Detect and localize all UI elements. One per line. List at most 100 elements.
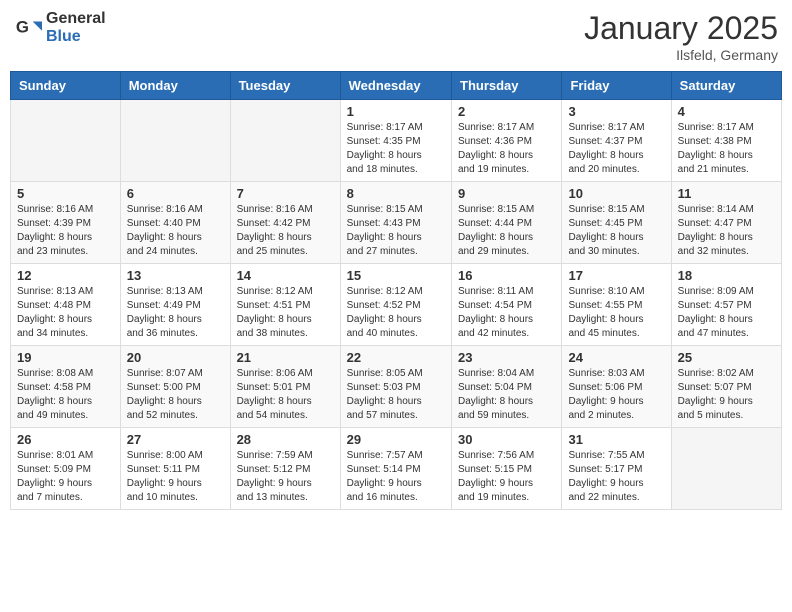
- day-info: Sunrise: 8:05 AM Sunset: 5:03 PM Dayligh…: [347, 367, 445, 423]
- day-number: 12: [17, 268, 114, 283]
- day-number: 17: [568, 268, 664, 283]
- day-info: Sunrise: 8:00 AM Sunset: 5:11 PM Dayligh…: [127, 449, 224, 505]
- day-number: 30: [458, 432, 555, 447]
- calendar-cell: 17 Sunrise: 8:10 AM Sunset: 4:55 PM Dayli…: [562, 264, 671, 346]
- calendar-cell: 23Sunrise: 8:04 AM Sunset: 5:04 PM Dayli…: [452, 346, 562, 428]
- calendar-cell: 19 Sunrise: 8:08 AM Sunset: 4:58 PM Dayli…: [11, 346, 121, 428]
- day-number: 28: [237, 432, 334, 447]
- day-info: Sunrise: 7:55 AM Sunset: 5:17 PM Dayligh…: [568, 449, 664, 505]
- day-number: 4: [678, 104, 775, 119]
- calendar-cell: [120, 100, 230, 182]
- calendar-cell: 3 Sunrise: 8:17 AM Sunset: 4:37 PM Daylig…: [562, 100, 671, 182]
- day-number: 27: [127, 432, 224, 447]
- day-info: Sunrise: 8:09 AM Sunset: 4:57 PM Dayligh…: [678, 285, 775, 341]
- calendar-cell: 14 Sunrise: 8:12 AM Sunset: 4:51 PM Dayli…: [230, 264, 340, 346]
- day-number: 7: [237, 186, 334, 201]
- day-info: Sunrise: 8:07 AM Sunset: 5:00 PM Dayligh…: [127, 367, 224, 423]
- week-row-4: 19 Sunrise: 8:08 AM Sunset: 4:58 PM Dayli…: [11, 346, 782, 428]
- day-info: Sunrise: 8:11 AM Sunset: 4:54 PM Dayligh…: [458, 285, 555, 341]
- calendar-cell: 21 Sunrise: 8:06 AM Sunset: 5:01 PM Dayli…: [230, 346, 340, 428]
- day-number: 3: [568, 104, 664, 119]
- day-info: Sunrise: 8:13 AM Sunset: 4:49 PM Dayligh…: [127, 285, 224, 341]
- day-number: 1: [347, 104, 445, 119]
- page-header: G General Blue January 2025 Ilsfeld, Ger…: [10, 10, 782, 63]
- day-number: 20: [127, 350, 224, 365]
- day-number: 16: [458, 268, 555, 283]
- day-number: 5: [17, 186, 114, 201]
- month-year: January 2025: [584, 10, 778, 47]
- calendar-cell: 4 Sunrise: 8:17 AM Sunset: 4:38 PM Daylig…: [671, 100, 781, 182]
- day-number: 18: [678, 268, 775, 283]
- logo-general-text: General: [46, 10, 106, 28]
- day-number: 14: [237, 268, 334, 283]
- calendar-cell: 27 Sunrise: 8:00 AM Sunset: 5:11 PM Dayli…: [120, 428, 230, 510]
- calendar-cell: 28 Sunrise: 7:59 AM Sunset: 5:12 PM Dayli…: [230, 428, 340, 510]
- calendar-cell: 30 Sunrise: 7:56 AM Sunset: 5:15 PM Dayli…: [452, 428, 562, 510]
- calendar-cell: 6Sunrise: 8:16 AM Sunset: 4:40 PM Daylig…: [120, 182, 230, 264]
- day-info: Sunrise: 8:15 AM Sunset: 4:43 PM Dayligh…: [347, 203, 445, 259]
- calendar-table: SundayMondayTuesdayWednesdayThursdayFrid…: [10, 71, 782, 510]
- location: Ilsfeld, Germany: [584, 47, 778, 63]
- calendar-cell: [671, 428, 781, 510]
- weekday-header-saturday: Saturday: [671, 72, 781, 100]
- day-info: Sunrise: 8:12 AM Sunset: 4:51 PM Dayligh…: [237, 285, 334, 341]
- calendar-cell: 11Sunrise: 8:14 AM Sunset: 4:47 PM Dayli…: [671, 182, 781, 264]
- weekday-header-row: SundayMondayTuesdayWednesdayThursdayFrid…: [11, 72, 782, 100]
- calendar-cell: 18 Sunrise: 8:09 AM Sunset: 4:57 PM Dayli…: [671, 264, 781, 346]
- day-number: 2: [458, 104, 555, 119]
- day-number: 10: [568, 186, 664, 201]
- calendar-cell: 20 Sunrise: 8:07 AM Sunset: 5:00 PM Dayli…: [120, 346, 230, 428]
- weekday-header-wednesday: Wednesday: [340, 72, 451, 100]
- day-number: 29: [347, 432, 445, 447]
- day-number: 23: [458, 350, 555, 365]
- calendar-cell: 2Sunrise: 8:17 AM Sunset: 4:36 PM Daylig…: [452, 100, 562, 182]
- weekday-header-thursday: Thursday: [452, 72, 562, 100]
- day-number: 31: [568, 432, 664, 447]
- calendar-cell: 7 Sunrise: 8:16 AM Sunset: 4:42 PM Daylig…: [230, 182, 340, 264]
- day-info: Sunrise: 8:12 AM Sunset: 4:52 PM Dayligh…: [347, 285, 445, 341]
- day-info: Sunrise: 7:57 AM Sunset: 5:14 PM Dayligh…: [347, 449, 445, 505]
- day-info: Sunrise: 8:01 AM Sunset: 5:09 PM Dayligh…: [17, 449, 114, 505]
- day-info: Sunrise: 8:06 AM Sunset: 5:01 PM Dayligh…: [237, 367, 334, 423]
- calendar-cell: 31 Sunrise: 7:55 AM Sunset: 5:17 PM Dayli…: [562, 428, 671, 510]
- calendar-cell: 16 Sunrise: 8:11 AM Sunset: 4:54 PM Dayli…: [452, 264, 562, 346]
- day-number: 22: [347, 350, 445, 365]
- day-number: 13: [127, 268, 224, 283]
- day-info: Sunrise: 8:16 AM Sunset: 4:42 PM Dayligh…: [237, 203, 334, 259]
- day-info: Sunrise: 8:10 AM Sunset: 4:55 PM Dayligh…: [568, 285, 664, 341]
- day-info: Sunrise: 8:16 AM Sunset: 4:39 PM Dayligh…: [17, 203, 114, 259]
- week-row-3: 12 Sunrise: 8:13 AM Sunset: 4:48 PM Dayli…: [11, 264, 782, 346]
- day-info: Sunrise: 7:56 AM Sunset: 5:15 PM Dayligh…: [458, 449, 555, 505]
- week-row-5: 26 Sunrise: 8:01 AM Sunset: 5:09 PM Dayli…: [11, 428, 782, 510]
- calendar-cell: [230, 100, 340, 182]
- day-info: Sunrise: 8:17 AM Sunset: 4:37 PM Dayligh…: [568, 121, 664, 177]
- svg-text:G: G: [16, 17, 29, 36]
- calendar-cell: 25Sunrise: 8:02 AM Sunset: 5:07 PM Dayli…: [671, 346, 781, 428]
- day-number: 9: [458, 186, 555, 201]
- day-number: 26: [17, 432, 114, 447]
- calendar-cell: 13 Sunrise: 8:13 AM Sunset: 4:49 PM Dayli…: [120, 264, 230, 346]
- day-info: Sunrise: 8:02 AM Sunset: 5:07 PM Dayligh…: [678, 367, 775, 423]
- day-number: 24: [568, 350, 664, 365]
- day-number: 6: [127, 186, 224, 201]
- day-number: 11: [678, 186, 775, 201]
- day-info: Sunrise: 8:13 AM Sunset: 4:48 PM Dayligh…: [17, 285, 114, 341]
- day-info: Sunrise: 8:08 AM Sunset: 4:58 PM Dayligh…: [17, 367, 114, 423]
- day-info: Sunrise: 8:03 AM Sunset: 5:06 PM Dayligh…: [568, 367, 664, 423]
- weekday-header-monday: Monday: [120, 72, 230, 100]
- day-number: 19: [17, 350, 114, 365]
- weekday-header-friday: Friday: [562, 72, 671, 100]
- weekday-header-tuesday: Tuesday: [230, 72, 340, 100]
- day-info: Sunrise: 8:15 AM Sunset: 4:44 PM Dayligh…: [458, 203, 555, 259]
- day-number: 8: [347, 186, 445, 201]
- calendar-cell: 10Sunrise: 8:15 AM Sunset: 4:45 PM Dayli…: [562, 182, 671, 264]
- day-info: Sunrise: 7:59 AM Sunset: 5:12 PM Dayligh…: [237, 449, 334, 505]
- day-number: 21: [237, 350, 334, 365]
- day-info: Sunrise: 8:17 AM Sunset: 4:38 PM Dayligh…: [678, 121, 775, 177]
- calendar-cell: [11, 100, 121, 182]
- calendar-cell: 5 Sunrise: 8:16 AM Sunset: 4:39 PM Daylig…: [11, 182, 121, 264]
- logo-blue-text: Blue: [46, 28, 106, 46]
- logo: G General Blue: [14, 10, 106, 45]
- calendar-cell: 12 Sunrise: 8:13 AM Sunset: 4:48 PM Dayli…: [11, 264, 121, 346]
- calendar-cell: 9 Sunrise: 8:15 AM Sunset: 4:44 PM Daylig…: [452, 182, 562, 264]
